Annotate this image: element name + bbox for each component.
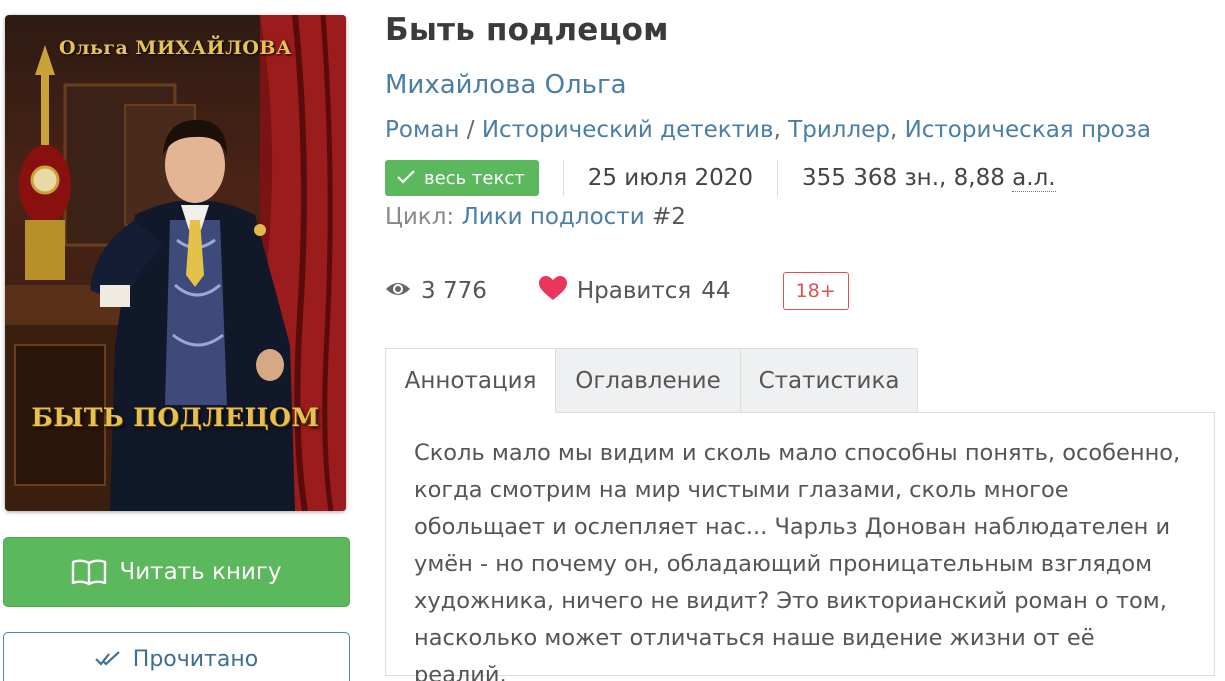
check-icon <box>397 168 415 189</box>
likes-label: Нравится <box>576 278 692 304</box>
book-cover[interactable]: Ольга МИХАЙЛОВА БЫТЬ ПОДЛЕЦОМ <box>5 15 346 511</box>
cover-title-text: БЫТЬ ПОДЛЕЦОМ <box>31 403 320 432</box>
genre-link-thriller[interactable]: Триллер <box>788 117 890 143</box>
cycle-number: #2 <box>644 204 686 230</box>
stats-row: 3 776 Нравится 44 18+ <box>385 272 849 310</box>
likes-count: 44 <box>701 278 731 304</box>
annotation-text: Сколь мало мы видим и сколь мало способн… <box>414 440 1181 681</box>
annotation-panel: Сколь мало мы видим и сколь мало способн… <box>385 412 1215 681</box>
book-open-icon <box>71 558 107 586</box>
book-size: 355 368 зн., 8,88 а.л. <box>802 165 1056 192</box>
genre-list: Роман / Исторический детектив, Триллер, … <box>385 117 1151 143</box>
genre-link-historical-prose[interactable]: Историческая проза <box>905 117 1151 143</box>
full-text-label: весь текст <box>424 167 525 189</box>
eye-icon <box>385 278 411 304</box>
tab-contents[interactable]: Оглавление <box>556 348 741 413</box>
read-book-button[interactable]: Читать книгу <box>3 537 350 607</box>
page-title: Быть подлецом <box>385 12 669 48</box>
genre-link-historical-detective[interactable]: Исторический детектив <box>482 117 774 143</box>
book-meta-row: весь текст 25 июля 2020 355 368 зн., 8,8… <box>385 160 1056 196</box>
author-link[interactable]: Михайлова Ольга <box>385 70 627 100</box>
cover-illustration <box>5 15 346 511</box>
like-button[interactable]: Нравится 44 <box>538 275 731 307</box>
mark-read-button[interactable]: Прочитано <box>3 632 350 681</box>
genre-separator: / <box>459 117 482 143</box>
book-size-chars: 355 368 зн., 8,88 <box>802 165 1013 191</box>
cycle-link[interactable]: Лики подлости <box>461 204 644 230</box>
author-sheets-abbr[interactable]: а.л. <box>1012 165 1056 192</box>
double-check-icon <box>95 651 121 667</box>
meta-divider <box>777 160 779 196</box>
full-text-badge: весь текст <box>385 160 539 196</box>
heart-icon <box>538 275 567 307</box>
mark-read-label: Прочитано <box>132 647 259 672</box>
genre-link-novel[interactable]: Роман <box>385 117 459 143</box>
book-cycle: Цикл: Лики подлости #2 <box>385 204 686 230</box>
age-rating-badge: 18+ <box>782 272 849 310</box>
read-book-label: Читать книгу <box>119 559 282 585</box>
cover-author-text: Ольга МИХАЙЛОВА <box>59 37 292 59</box>
tab-statistics[interactable]: Статистика <box>741 348 918 413</box>
views-count: 3 776 <box>421 278 487 304</box>
cycle-label: Цикл: <box>385 204 462 230</box>
genre-separator: , <box>773 117 789 143</box>
tab-annotation[interactable]: Аннотация <box>385 348 556 413</box>
publish-date: 25 июля 2020 <box>587 165 754 191</box>
genre-separator: , <box>889 117 905 143</box>
book-tabs: Аннотация Оглавление Статистика <box>385 348 918 413</box>
meta-divider <box>562 160 564 196</box>
views-stat: 3 776 <box>385 278 487 304</box>
